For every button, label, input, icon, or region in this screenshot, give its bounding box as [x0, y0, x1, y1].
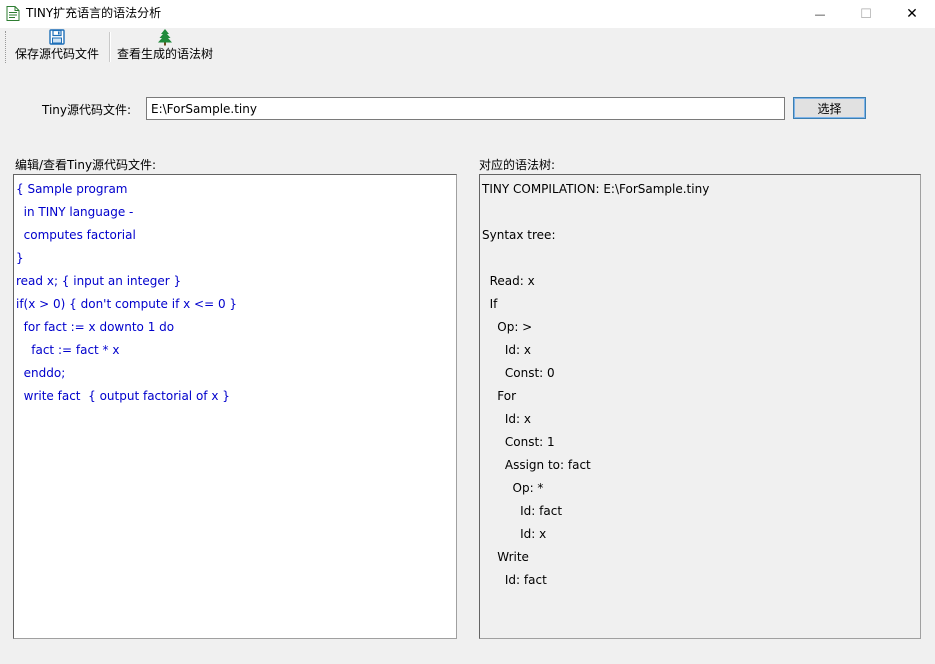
toolbar-grip[interactable] [5, 31, 8, 63]
code-line: { Sample program [16, 182, 128, 196]
tree-line: Syntax tree: [482, 228, 556, 242]
source-editor[interactable]: { Sample program in TINY language - comp… [13, 174, 457, 639]
source-path-input[interactable] [146, 97, 785, 120]
tree-line: Read: x [482, 274, 535, 288]
save-source-label: 保存源代码文件 [14, 47, 99, 61]
app-document-icon [6, 6, 20, 21]
code-line: write fact { output factorial of x } [16, 389, 230, 403]
close-button[interactable]: ✕ [889, 0, 935, 28]
choose-file-button[interactable]: 选择 [793, 97, 866, 119]
tree-line: Op: * [482, 481, 544, 495]
syntax-tree-output[interactable]: TINY COMPILATION: E:\ForSample.tiny Synt… [479, 174, 921, 639]
tree-line: Assign to: fact [482, 458, 591, 472]
code-line: if(x > 0) { don't compute if x <= 0 } [16, 297, 238, 311]
minimize-button[interactable]: — [797, 0, 843, 28]
maximize-icon: ☐ [860, 6, 872, 22]
tree-line: Id: x [482, 527, 547, 541]
tree-line: Op: > [482, 320, 533, 334]
minimize-icon: — [814, 7, 826, 21]
tree-icon [158, 29, 172, 46]
maximize-button[interactable]: ☐ [843, 0, 889, 28]
choose-file-label: 选择 [817, 101, 842, 116]
tree-line: If [482, 297, 498, 311]
tree-line: Id: fact [482, 504, 563, 518]
tree-line: Id: fact [482, 573, 547, 587]
code-line: read x; { input an integer } [16, 274, 182, 288]
close-icon: ✕ [906, 6, 918, 22]
code-line: computes factorial [16, 228, 136, 242]
window-title: TINY扩充语言的语法分析 [26, 6, 162, 20]
syntax-tree-label: 对应的语法树: [479, 158, 556, 172]
toolbar-separator [109, 32, 111, 62]
code-line: } [16, 251, 24, 265]
save-source-button[interactable]: 保存源代码文件 [11, 28, 103, 64]
tree-line: For [482, 389, 517, 403]
tree-line: Id: x [482, 412, 532, 426]
toolbar: 保存源代码文件 查看生成的语法树 [0, 28, 935, 66]
title-bar: TINY扩充语言的语法分析 — ☐ ✕ [0, 0, 935, 28]
view-syntax-tree-button[interactable]: 查看生成的语法树 [113, 28, 217, 64]
floppy-disk-icon [49, 29, 65, 45]
editor-label: 编辑/查看Tiny源代码文件: [15, 158, 157, 172]
tree-line: Write [482, 550, 529, 564]
view-syntax-tree-label: 查看生成的语法树 [116, 47, 213, 61]
tree-line: Const: 0 [482, 366, 555, 380]
tree-line: Const: 1 [482, 435, 555, 449]
tree-line: Id: x [482, 343, 532, 357]
code-line: in TINY language - [16, 205, 134, 219]
code-line: for fact := x downto 1 do [16, 320, 175, 334]
code-line: enddo; [16, 366, 66, 380]
code-line: fact := fact * x [16, 343, 120, 357]
tree-line: TINY COMPILATION: E:\ForSample.tiny [482, 182, 710, 196]
source-file-label: Tiny源代码文件: [42, 103, 132, 117]
